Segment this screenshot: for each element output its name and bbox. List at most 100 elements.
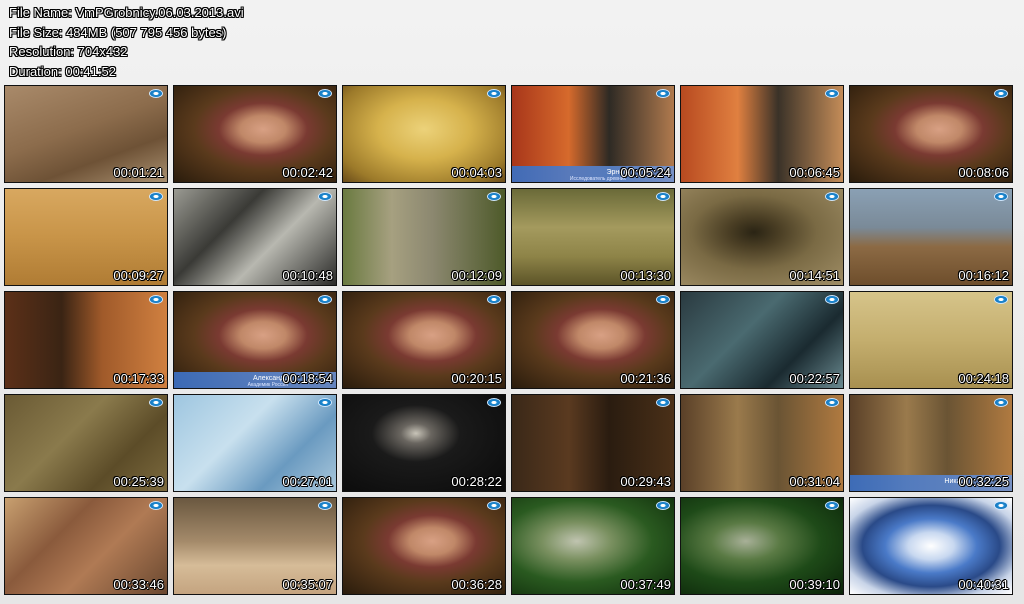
channel-logo-icon [825, 192, 839, 201]
file-info-panel: File Name: VmPGrobnicy.06.03.2013.avi Fi… [9, 3, 244, 81]
thumbnail-interview-man[interactable]: 00:36:28 [342, 497, 506, 595]
thumbnail-desert-pyramid[interactable]: 00:35:07 [173, 497, 337, 595]
file-size-line: File Size: 484MB (507 795 456 bytes) [9, 24, 227, 40]
lower-third-title: Исследователь древних [569, 176, 626, 182]
timestamp-label: 00:21:36 [620, 371, 671, 386]
timestamp-label: 00:05:24 [620, 165, 671, 180]
timestamp-label: 00:10:48 [282, 268, 333, 283]
timestamp-label: 00:09:27 [113, 268, 164, 283]
thumbnail-tunnel[interactable]: 00:14:51 [680, 188, 844, 286]
thumbnail-old-photo-jungle[interactable]: 00:10:48 [173, 188, 337, 286]
channel-logo-icon [656, 89, 670, 98]
channel-logo-icon [825, 398, 839, 407]
timestamp-label: 00:06:45 [789, 165, 840, 180]
file-name-line: File Name: VmPGrobnicy.06.03.2013.avi [9, 5, 244, 20]
timestamp-label: 00:25:39 [113, 474, 164, 489]
channel-logo-icon [825, 89, 839, 98]
timestamp-label: 00:12:09 [451, 268, 502, 283]
channel-logo-icon [994, 192, 1008, 201]
channel-logo-icon [825, 501, 839, 510]
channel-logo-icon [656, 295, 670, 304]
channel-logo-icon [487, 192, 501, 201]
timestamp-label: 00:24:18 [958, 371, 1009, 386]
channel-logo-icon [318, 501, 332, 510]
thumbnail-interview-glasses-man[interactable]: 00:17:33 [4, 291, 168, 389]
channel-logo-icon [656, 501, 670, 510]
thumbnail-ice-scene[interactable]: 00:27:01 [173, 394, 337, 492]
thumbnail-interview-man[interactable]: Александр Академик Россия 00:18:54 [173, 291, 337, 389]
timestamp-label: 00:18:54 [282, 371, 333, 386]
channel-logo-icon [825, 295, 839, 304]
thumbnail-channel-logo[interactable]: 00:40:31 [849, 497, 1013, 595]
duration-line: Duration: 00:41:52 [9, 63, 116, 79]
timestamp-label: 00:08:06 [958, 165, 1009, 180]
thumbnail-tree-jungle[interactable]: 00:12:09 [342, 188, 506, 286]
channel-logo-icon [656, 192, 670, 201]
timestamp-label: 00:32:25 [958, 474, 1009, 489]
channel-logo-icon [318, 295, 332, 304]
timestamp-label: 00:17:33 [113, 371, 164, 386]
thumbnail-interview-long-hair-man[interactable]: 00:31:04 [680, 394, 844, 492]
timestamp-label: 00:01:21 [113, 165, 164, 180]
timestamp-label: 00:14:51 [789, 268, 840, 283]
channel-logo-icon [994, 89, 1008, 98]
channel-logo-icon [149, 89, 163, 98]
lower-third-title: Академик Россия [247, 382, 288, 388]
thumbnail-dark-light[interactable]: 00:28:22 [342, 394, 506, 492]
thumbnail-interview-green-bg[interactable]: 00:39:10 [680, 497, 844, 595]
channel-logo-icon [487, 398, 501, 407]
thumbnail-bald-man-pyramid[interactable]: 00:33:46 [4, 497, 168, 595]
thumbnail-stone-block[interactable]: 00:13:30 [511, 188, 675, 286]
channel-logo-icon [149, 295, 163, 304]
timestamp-label: 00:29:43 [620, 474, 671, 489]
thumbnail-pyramid-distance[interactable]: 00:16:12 [849, 188, 1013, 286]
thumbnail-underwater[interactable]: 00:22:57 [680, 291, 844, 389]
timestamp-label: 00:39:10 [789, 577, 840, 592]
thumbnail-interview-man[interactable]: 00:02:42 [173, 85, 337, 183]
channel-logo-icon [149, 501, 163, 510]
channel-logo-icon [994, 501, 1008, 510]
timestamp-label: 00:02:42 [282, 165, 333, 180]
lower-third-name: Александр [252, 375, 288, 382]
thumbnail-interview-man[interactable]: 00:08:06 [849, 85, 1013, 183]
timestamp-label: 00:27:01 [282, 474, 333, 489]
thumbnail-interview-green-bg[interactable]: 00:37:49 [511, 497, 675, 595]
thumbnail-cracked-ground[interactable]: 00:25:39 [4, 394, 168, 492]
thumbnail-interview-man[interactable]: 00:21:36 [511, 291, 675, 389]
timestamp-label: 00:13:30 [620, 268, 671, 283]
thumbnail-interview-bald-man[interactable]: 00:06:45 [680, 85, 844, 183]
timestamp-label: 00:04:03 [451, 165, 502, 180]
thumbnail-interview-man[interactable]: 00:20:15 [342, 291, 506, 389]
timestamp-label: 00:33:46 [113, 577, 164, 592]
thumbnail-interview-bald-man[interactable]: Эрнст Исследователь древних 00:05:24 [511, 85, 675, 183]
resolution-line: Resolution: 704x432 [9, 44, 128, 59]
thumbnail-hieroglyph-wall[interactable]: 00:09:27 [4, 188, 168, 286]
lower-third-name: Никас [944, 478, 964, 485]
channel-logo-icon [994, 398, 1008, 407]
channel-logo-icon [318, 398, 332, 407]
channel-logo-icon [487, 501, 501, 510]
thumbnail-interview-woman[interactable]: 00:29:43 [511, 394, 675, 492]
timestamp-label: 00:35:07 [282, 577, 333, 592]
timestamp-label: 00:36:28 [451, 577, 502, 592]
thumbnail-ancient-map[interactable]: 00:04:03 [342, 85, 506, 183]
timestamp-label: 00:37:49 [620, 577, 671, 592]
thumbnail-carved-stone[interactable]: 00:24:18 [849, 291, 1013, 389]
timestamp-label: 00:40:31 [958, 577, 1009, 592]
timestamp-label: 00:22:57 [789, 371, 840, 386]
timestamp-label: 00:20:15 [451, 371, 502, 386]
timestamp-label: 00:31:04 [789, 474, 840, 489]
channel-logo-icon [318, 192, 332, 201]
timestamp-label: 00:16:12 [958, 268, 1009, 283]
thumbnail-grid: 00:01:21 00:02:42 00:04:03 Эрнст Исследовате… [4, 85, 1013, 595]
channel-logo-icon [318, 89, 332, 98]
channel-logo-icon [149, 192, 163, 201]
timestamp-label: 00:28:22 [451, 474, 502, 489]
thumbnail-interview-long-hair-man[interactable]: Никас 00:32:25 [849, 394, 1013, 492]
channel-logo-icon [656, 398, 670, 407]
channel-logo-icon [487, 89, 501, 98]
channel-logo-icon [149, 398, 163, 407]
thumbnail-pyramid-closeup[interactable]: 00:01:21 [4, 85, 168, 183]
lower-third-name: Эрнст [606, 169, 627, 176]
channel-logo-icon [487, 295, 501, 304]
